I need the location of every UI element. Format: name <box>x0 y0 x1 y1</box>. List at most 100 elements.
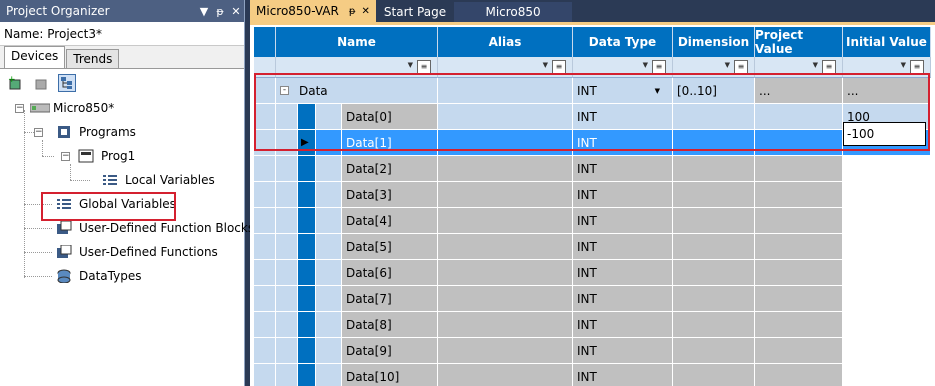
row-selector[interactable] <box>254 364 276 386</box>
cell-dimension[interactable] <box>673 364 755 386</box>
cell-name[interactable]: Data[5] <box>342 234 438 260</box>
cell-initial-value[interactable] <box>843 156 931 182</box>
column-header-alias[interactable]: Alias <box>438 27 573 57</box>
row-marker[interactable] <box>298 208 316 234</box>
row-marker[interactable] <box>298 286 316 312</box>
filter-icon[interactable]: ≡ <box>652 60 666 74</box>
row-selector[interactable] <box>254 234 276 260</box>
row-selector[interactable] <box>254 260 276 286</box>
cell-name[interactable]: Data[3] <box>342 182 438 208</box>
cell-project-value[interactable] <box>755 208 843 234</box>
cell-alias[interactable] <box>438 234 573 260</box>
cell-alias[interactable] <box>438 156 573 182</box>
column-header-project-value[interactable]: Project Value <box>755 27 843 57</box>
column-header-dimension[interactable]: Dimension <box>673 27 755 57</box>
filter-icon[interactable]: ≡ <box>552 60 566 74</box>
row-marker[interactable] <box>298 312 316 338</box>
cell-initial-value[interactable] <box>843 364 931 386</box>
cell-dimension[interactable] <box>673 338 755 364</box>
cell-initial-value[interactable] <box>843 338 931 364</box>
row-selector[interactable] <box>254 156 276 182</box>
tab-micro850-var[interactable]: Micro850-VAR ᵽ ✕ <box>250 0 376 22</box>
remove-device-icon[interactable] <box>32 74 50 92</box>
cell-initial-value[interactable] <box>843 182 931 208</box>
chevron-down-icon[interactable]: ▼ <box>901 61 906 69</box>
cell-initial-value[interactable] <box>843 234 931 260</box>
cell-initial-value[interactable] <box>843 260 931 286</box>
filter-icon[interactable]: ≡ <box>417 60 431 74</box>
cell-project-value[interactable] <box>755 260 843 286</box>
close-icon[interactable]: ✕ <box>362 6 370 17</box>
row-marker[interactable] <box>298 338 316 364</box>
cell-alias[interactable] <box>438 312 573 338</box>
cell-dimension[interactable] <box>673 156 755 182</box>
initial-value-edit-field[interactable]: -100 <box>843 122 926 146</box>
cell-dimension[interactable] <box>673 182 755 208</box>
cell-name[interactable]: Data[10] <box>342 364 438 386</box>
cell-alias[interactable] <box>438 208 573 234</box>
row-selector[interactable] <box>254 182 276 208</box>
row-selector[interactable] <box>254 338 276 364</box>
row-marker[interactable] <box>298 364 316 386</box>
tree-item-datatypes[interactable]: DataTypes <box>56 266 141 286</box>
cell-data-type[interactable]: INT <box>573 286 673 312</box>
cell-initial-value[interactable] <box>843 208 931 234</box>
row-selector[interactable] <box>254 286 276 312</box>
tree-item-local-variables[interactable]: Local Variables <box>102 170 215 190</box>
filter-icon[interactable]: ≡ <box>734 60 748 74</box>
tree-item-user-defined-functions[interactable]: User-Defined Functions <box>56 242 218 262</box>
cell-name[interactable]: Data[4] <box>342 208 438 234</box>
cell-project-value[interactable] <box>755 156 843 182</box>
tree-item-micro850[interactable]: Micro850* <box>29 98 114 118</box>
cell-data-type[interactable]: INT <box>573 156 673 182</box>
cell-data-type[interactable]: INT <box>573 312 673 338</box>
row-marker[interactable] <box>298 260 316 286</box>
cell-name[interactable]: Data[7] <box>342 286 438 312</box>
column-header-initial-value[interactable]: Initial Value <box>843 27 931 57</box>
row-marker[interactable] <box>298 182 316 208</box>
cell-dimension[interactable] <box>673 260 755 286</box>
cell-project-value[interactable] <box>755 234 843 260</box>
pin-icon[interactable]: ᵽ <box>212 5 228 18</box>
chevron-down-icon[interactable]: ▼ <box>543 61 548 69</box>
cell-initial-value[interactable] <box>843 286 931 312</box>
collapse-micro850-icon[interactable]: − <box>15 104 24 113</box>
collapse-programs-icon[interactable]: − <box>34 128 43 137</box>
cell-alias[interactable] <box>438 182 573 208</box>
cell-data-type[interactable]: INT <box>573 364 673 386</box>
cell-name[interactable]: Data[2] <box>342 156 438 182</box>
tab-start-page[interactable]: Start Page <box>378 2 452 22</box>
cell-project-value[interactable] <box>755 338 843 364</box>
cell-project-value[interactable] <box>755 312 843 338</box>
cell-dimension[interactable] <box>673 286 755 312</box>
add-device-icon[interactable]: + <box>6 74 24 92</box>
cell-name[interactable]: Data[8] <box>342 312 438 338</box>
row-marker[interactable] <box>298 156 316 182</box>
collapse-prog1-icon[interactable]: − <box>61 152 70 161</box>
tab-micro850[interactable]: Micro850 <box>454 2 573 22</box>
filter-icon[interactable]: ≡ <box>822 60 836 74</box>
chevron-down-icon[interactable]: ▼ <box>813 61 818 69</box>
cell-data-type[interactable]: INT <box>573 234 673 260</box>
row-selector[interactable] <box>254 208 276 234</box>
cell-project-value[interactable] <box>755 364 843 386</box>
cell-data-type[interactable]: INT <box>573 338 673 364</box>
cell-alias[interactable] <box>438 364 573 386</box>
cell-dimension[interactable] <box>673 312 755 338</box>
tab-devices[interactable]: Devices <box>4 46 66 68</box>
dropdown-icon[interactable]: ▼ <box>196 5 212 18</box>
row-marker[interactable] <box>298 234 316 260</box>
filter-icon[interactable]: ≡ <box>910 60 924 74</box>
tree-item-user-defined-function-blocks[interactable]: User-Defined Function Blocks <box>56 218 254 238</box>
cell-data-type[interactable]: INT <box>573 208 673 234</box>
cell-name[interactable]: Data[6] <box>342 260 438 286</box>
cell-dimension[interactable] <box>673 234 755 260</box>
cell-data-type[interactable]: INT <box>573 182 673 208</box>
cell-alias[interactable] <box>438 286 573 312</box>
row-selector[interactable] <box>254 312 276 338</box>
tab-trends[interactable]: Trends <box>66 49 120 68</box>
tree-view-icon[interactable] <box>58 73 76 92</box>
cell-initial-value[interactable] <box>843 312 931 338</box>
cell-project-value[interactable] <box>755 286 843 312</box>
tree-item-prog1[interactable]: Prog1 <box>78 146 135 166</box>
